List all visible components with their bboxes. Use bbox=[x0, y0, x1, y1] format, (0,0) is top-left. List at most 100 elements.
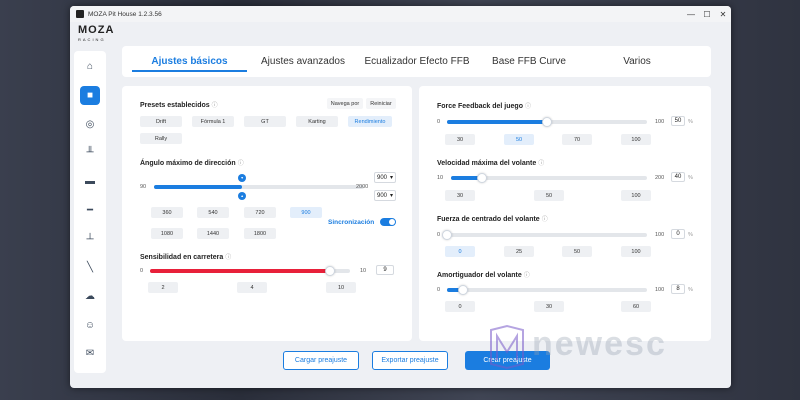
close-icon[interactable]: ✕ bbox=[715, 6, 731, 22]
window-controls: — ☐ ✕ bbox=[683, 6, 731, 22]
sensitivity-4[interactable]: 4 bbox=[237, 282, 267, 293]
damper-slider[interactable] bbox=[447, 285, 647, 295]
angle-900[interactable]: 900 bbox=[290, 207, 322, 218]
cloud-icon[interactable]: ☁ bbox=[80, 287, 100, 306]
steering-knob-bottom[interactable]: ▴ bbox=[238, 192, 247, 200]
sensitivity-label: Sensibilidad en carretera ⓘ bbox=[140, 252, 231, 261]
basic-settings-left-panel: Presets establecidos ⓘ Navega por Reinici… bbox=[122, 86, 412, 341]
steering-knob-top[interactable]: ▾ bbox=[238, 174, 247, 182]
sensitivity-min: 0 bbox=[140, 268, 144, 274]
angle-540[interactable]: 540 bbox=[197, 207, 229, 218]
damper-60[interactable]: 60 bbox=[621, 301, 651, 312]
angle-1440[interactable]: 1440 bbox=[197, 228, 229, 239]
load-preset-button[interactable]: Cargar preajuste bbox=[283, 351, 359, 370]
centering-unit: % bbox=[688, 232, 693, 238]
ffb-slider[interactable] bbox=[447, 117, 647, 127]
preset-drift[interactable]: Drift bbox=[140, 116, 182, 127]
sensitivity-2[interactable]: 2 bbox=[148, 282, 178, 293]
preset-rendimiento[interactable]: Rendimiento bbox=[348, 116, 392, 127]
max-speed-min: 10 bbox=[437, 175, 444, 181]
steering-angle-label: Ángulo máximo de dirección ⓘ bbox=[140, 158, 244, 167]
damper-label: Amortiguador del volante ⓘ bbox=[437, 270, 530, 279]
max-speed-knob[interactable] bbox=[477, 173, 488, 183]
moza-logo: MOZA RACING bbox=[78, 25, 114, 44]
preset-gt[interactable]: GT bbox=[244, 116, 286, 127]
sensitivity-slider[interactable] bbox=[150, 266, 350, 276]
steering-max: 2000 bbox=[356, 184, 369, 190]
handbrake-bar-icon[interactable]: ━ bbox=[80, 201, 100, 220]
angle-360[interactable]: 360 bbox=[151, 207, 183, 218]
preset-rally[interactable]: Rally bbox=[140, 133, 182, 144]
centering-knob[interactable] bbox=[442, 230, 452, 240]
title-bar: MOZA Pit House 1.2.3.56 bbox=[70, 6, 731, 22]
ffb-100[interactable]: 100 bbox=[621, 134, 651, 145]
angle-720[interactable]: 720 bbox=[244, 207, 276, 218]
angle-1080[interactable]: 1080 bbox=[151, 228, 183, 239]
centering-50[interactable]: 50 bbox=[562, 246, 592, 257]
home-icon[interactable]: ⌂ bbox=[80, 57, 100, 76]
steering-value-top[interactable]: 900 ▾ bbox=[374, 172, 396, 183]
centering-slider[interactable] bbox=[442, 230, 647, 240]
sensitivity-max: 10 bbox=[360, 268, 367, 274]
sensitivity-10[interactable]: 10 bbox=[326, 282, 356, 293]
tab-varios[interactable]: Varios bbox=[573, 46, 701, 77]
preset-formula-1[interactable]: Fórmula 1 bbox=[192, 116, 234, 127]
max-speed-50[interactable]: 50 bbox=[534, 190, 564, 201]
wheelbase-icon[interactable]: ■ bbox=[80, 85, 100, 105]
steering-angle-slider[interactable]: ▾ ▴ bbox=[154, 174, 364, 200]
ffb-knob[interactable] bbox=[542, 117, 552, 127]
centering-max: 100 bbox=[655, 232, 665, 238]
tab-ecualizador[interactable]: Ecualizador Efecto FFB bbox=[349, 46, 485, 77]
export-preset-button[interactable]: Exportar preajuste bbox=[372, 351, 448, 370]
spin-icon: ▾ bbox=[389, 175, 393, 181]
watermark-text: newesc bbox=[532, 325, 667, 363]
maximize-icon[interactable]: ☐ bbox=[699, 6, 715, 22]
max-speed-unit: % bbox=[688, 175, 693, 181]
centering-25[interactable]: 25 bbox=[504, 246, 534, 257]
damper-max: 100 bbox=[655, 287, 665, 293]
tab-base-ffb-curve[interactable]: Base FFB Curve bbox=[485, 46, 573, 77]
tab-ajustes-avanzados[interactable]: Ajustes avanzados bbox=[257, 46, 349, 77]
ffb-30[interactable]: 30 bbox=[445, 134, 475, 145]
pedals-icon[interactable]: ╨ bbox=[80, 143, 100, 162]
centering-0[interactable]: 0 bbox=[445, 246, 475, 257]
tab-ajustes-basicos[interactable]: Ajustes básicos bbox=[122, 46, 257, 77]
basic-settings-right-panel: Force Feedback del juego ⓘ 0 100 50 % 30 … bbox=[419, 86, 711, 341]
sensitivity-knob[interactable] bbox=[325, 266, 335, 276]
ffb-unit: % bbox=[688, 119, 693, 125]
handbrake-icon[interactable]: ╲ bbox=[80, 258, 100, 277]
max-speed-30[interactable]: 30 bbox=[445, 190, 475, 201]
steering-value-top-text: 900 bbox=[377, 174, 388, 181]
ffb-70[interactable]: 70 bbox=[562, 134, 592, 145]
max-speed-value[interactable]: 40 bbox=[671, 172, 685, 182]
support-icon[interactable]: ☺ bbox=[80, 316, 100, 335]
shifter-icon[interactable]: ┴ bbox=[80, 229, 100, 248]
preset-karting[interactable]: Karting bbox=[296, 116, 338, 127]
steering-value-bottom-text: 900 bbox=[377, 192, 388, 199]
damper-30[interactable]: 30 bbox=[534, 301, 564, 312]
damper-value[interactable]: 8 bbox=[671, 284, 685, 294]
sidebar: ⌂ ■ ◎ ╨ ▬ ━ ┴ ╲ ☁ ☺ ✉ bbox=[74, 51, 106, 373]
centering-value[interactable]: 0 bbox=[671, 229, 685, 239]
damper-knob[interactable] bbox=[458, 285, 468, 295]
steering-wheel-icon[interactable]: ◎ bbox=[80, 114, 100, 133]
sync-toggle[interactable] bbox=[380, 218, 396, 226]
ffb-50[interactable]: 50 bbox=[504, 134, 534, 145]
damper-min: 0 bbox=[437, 287, 441, 293]
max-speed-slider[interactable] bbox=[451, 173, 647, 183]
ffb-value[interactable]: 50 bbox=[671, 116, 685, 126]
dashboard-icon[interactable]: ▬ bbox=[80, 172, 100, 191]
feedback-icon[interactable]: ✉ bbox=[80, 344, 100, 363]
steering-value-bottom[interactable]: 900 ▾ bbox=[374, 190, 396, 201]
ffb-max: 100 bbox=[655, 119, 665, 125]
reset-button[interactable]: Reiniciar bbox=[366, 98, 396, 109]
tab-bar: Ajustes básicos Ajustes avanzados Ecuali… bbox=[122, 46, 711, 77]
angle-1800[interactable]: 1800 bbox=[244, 228, 276, 239]
sync-label: Sincronización bbox=[328, 219, 375, 226]
damper-0[interactable]: 0 bbox=[445, 301, 475, 312]
navigate-button[interactable]: Navega por bbox=[327, 98, 363, 109]
centering-100[interactable]: 100 bbox=[621, 246, 651, 257]
sensitivity-value[interactable]: 9 bbox=[376, 265, 394, 275]
max-speed-100[interactable]: 100 bbox=[621, 190, 651, 201]
minimize-icon[interactable]: — bbox=[683, 6, 699, 22]
